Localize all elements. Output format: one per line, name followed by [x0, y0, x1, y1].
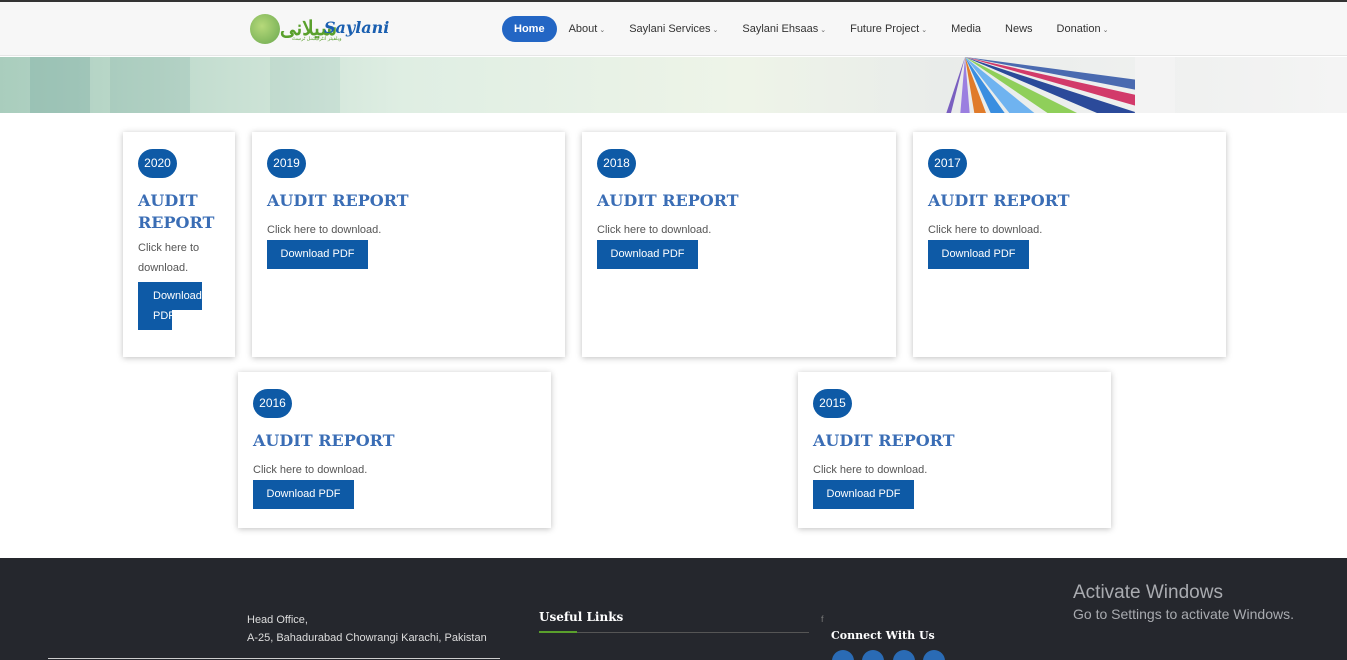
year-badge: 2018 [597, 149, 636, 178]
pie-chart-graphic-icon [946, 57, 1175, 113]
report-description: Click here to download. [597, 224, 712, 236]
logo-subtext: ویلفیئر انٹرنیشنل ٹرسٹ [292, 36, 342, 42]
report-description: Click here to download. [253, 464, 368, 476]
logo-emblem-icon [250, 14, 280, 44]
report-card-2018: 2018 AUDIT REPORT Click here to download… [582, 132, 896, 357]
saylani-logo[interactable]: سیلانی Saylani ویلفیئر انٹرنیشنل ٹرسٹ [250, 14, 390, 46]
chevron-down-icon: ⌄ [1102, 27, 1109, 34]
download-pdf-button[interactable]: Download PDF [253, 480, 354, 509]
report-card-2017: 2017 AUDIT REPORT Click here to download… [913, 132, 1226, 357]
report-description: Click here to download. [813, 464, 928, 476]
report-title: AUDIT REPORT [928, 191, 1070, 210]
report-card-2015: 2015 AUDIT REPORT Click here to download… [798, 372, 1111, 528]
nav-label: Saylani Services [629, 23, 711, 35]
download-pdf-button[interactable]: Download PDF [138, 282, 202, 330]
year-badge: 2020 [138, 149, 177, 178]
chevron-down-icon: ⌄ [921, 27, 928, 34]
small-glyph: f [821, 614, 824, 624]
report-card-2019: 2019 AUDIT REPORT Click here to download… [252, 132, 565, 357]
year-badge: 2019 [267, 149, 306, 178]
site-header: سیلانی Saylani ویلفیئر انٹرنیشنل ٹرسٹ Ho… [0, 2, 1347, 56]
watermark-subtitle: Go to Settings to activate Windows. [1073, 606, 1294, 622]
year-badge: 2017 [928, 149, 967, 178]
report-description: Click here to download. [267, 224, 382, 236]
logo-text: Saylani [324, 18, 390, 37]
banner-figure [270, 57, 340, 113]
nav-label: Saylani Ehsaas [742, 23, 819, 35]
twitter-icon[interactable] [862, 650, 884, 660]
report-title: AUDIT REPORT [597, 191, 739, 210]
download-pdf-button[interactable]: Download PDF [597, 240, 698, 269]
nav-home[interactable]: Home [502, 16, 557, 42]
nav-label: About [568, 23, 598, 35]
main-nav: Home About ⌄ Saylani Services ⌄ Saylani Eh… [502, 16, 1120, 42]
chevron-down-icon: ⌄ [820, 27, 827, 34]
report-title: AUDIT REPORT [253, 431, 395, 450]
nav-saylani-services[interactable]: Saylani Services ⌄ [617, 16, 730, 42]
nav-news[interactable]: News [993, 16, 1045, 42]
nav-about[interactable]: About ⌄ [557, 16, 618, 42]
chevron-down-icon: ⌄ [712, 27, 719, 34]
page-banner [0, 57, 1347, 113]
footer-address: Head Office, A-25, Bahadurabad Chowrangi… [247, 611, 487, 647]
nav-label: Future Project [850, 23, 920, 35]
year-badge: 2016 [253, 389, 292, 418]
windows-activation-watermark: Activate Windows Go to Settings to activ… [1073, 582, 1294, 622]
divider [48, 658, 500, 659]
nav-label: Donation [1056, 23, 1101, 35]
facebook-icon[interactable] [832, 650, 854, 660]
report-title: AUDIT REPORT [267, 191, 409, 210]
useful-links-heading: Useful Links [539, 610, 624, 624]
instagram-icon[interactable] [893, 650, 915, 660]
report-title: AUDIT REPORT [813, 431, 955, 450]
nav-media[interactable]: Media [939, 16, 993, 42]
address-line: Head Office, [247, 614, 308, 626]
button-label: Download PDF [153, 290, 202, 322]
report-title: AUDIT REPORT [138, 191, 215, 232]
nav-label: Media [951, 23, 982, 35]
download-pdf-button[interactable]: Download PDF [267, 240, 368, 269]
report-description: Click here to download. [138, 242, 200, 274]
nav-donation[interactable]: Donation ⌄ [1045, 16, 1121, 42]
download-pdf-button[interactable]: Download PDF [928, 240, 1029, 269]
youtube-icon[interactable] [923, 650, 945, 660]
year-badge: 2015 [813, 389, 852, 418]
report-card-2020: 2020 AUDIT REPORT Click here to download… [123, 132, 235, 357]
watermark-title: Activate Windows [1073, 582, 1223, 603]
site-footer: Head Office, A-25, Bahadurabad Chowrangi… [0, 558, 1347, 660]
nav-label: News [1005, 23, 1033, 35]
report-description: Click here to download. [928, 224, 1043, 236]
chevron-down-icon: ⌄ [599, 27, 606, 34]
report-card-2016: 2016 AUDIT REPORT Click here to download… [238, 372, 551, 528]
divider [539, 632, 809, 633]
nav-future-project[interactable]: Future Project ⌄ [838, 16, 939, 42]
banner-figure [30, 57, 90, 113]
connect-heading: Connect With Us [831, 629, 935, 642]
divider-accent [539, 631, 577, 633]
nav-saylani-ehsaas[interactable]: Saylani Ehsaas ⌄ [730, 16, 838, 42]
banner-figure [110, 57, 190, 113]
nav-label: Home [514, 23, 545, 35]
download-pdf-button[interactable]: Download PDF [813, 480, 914, 509]
address-line: A-25, Bahadurabad Chowrangi Karachi, Pak… [247, 632, 487, 644]
